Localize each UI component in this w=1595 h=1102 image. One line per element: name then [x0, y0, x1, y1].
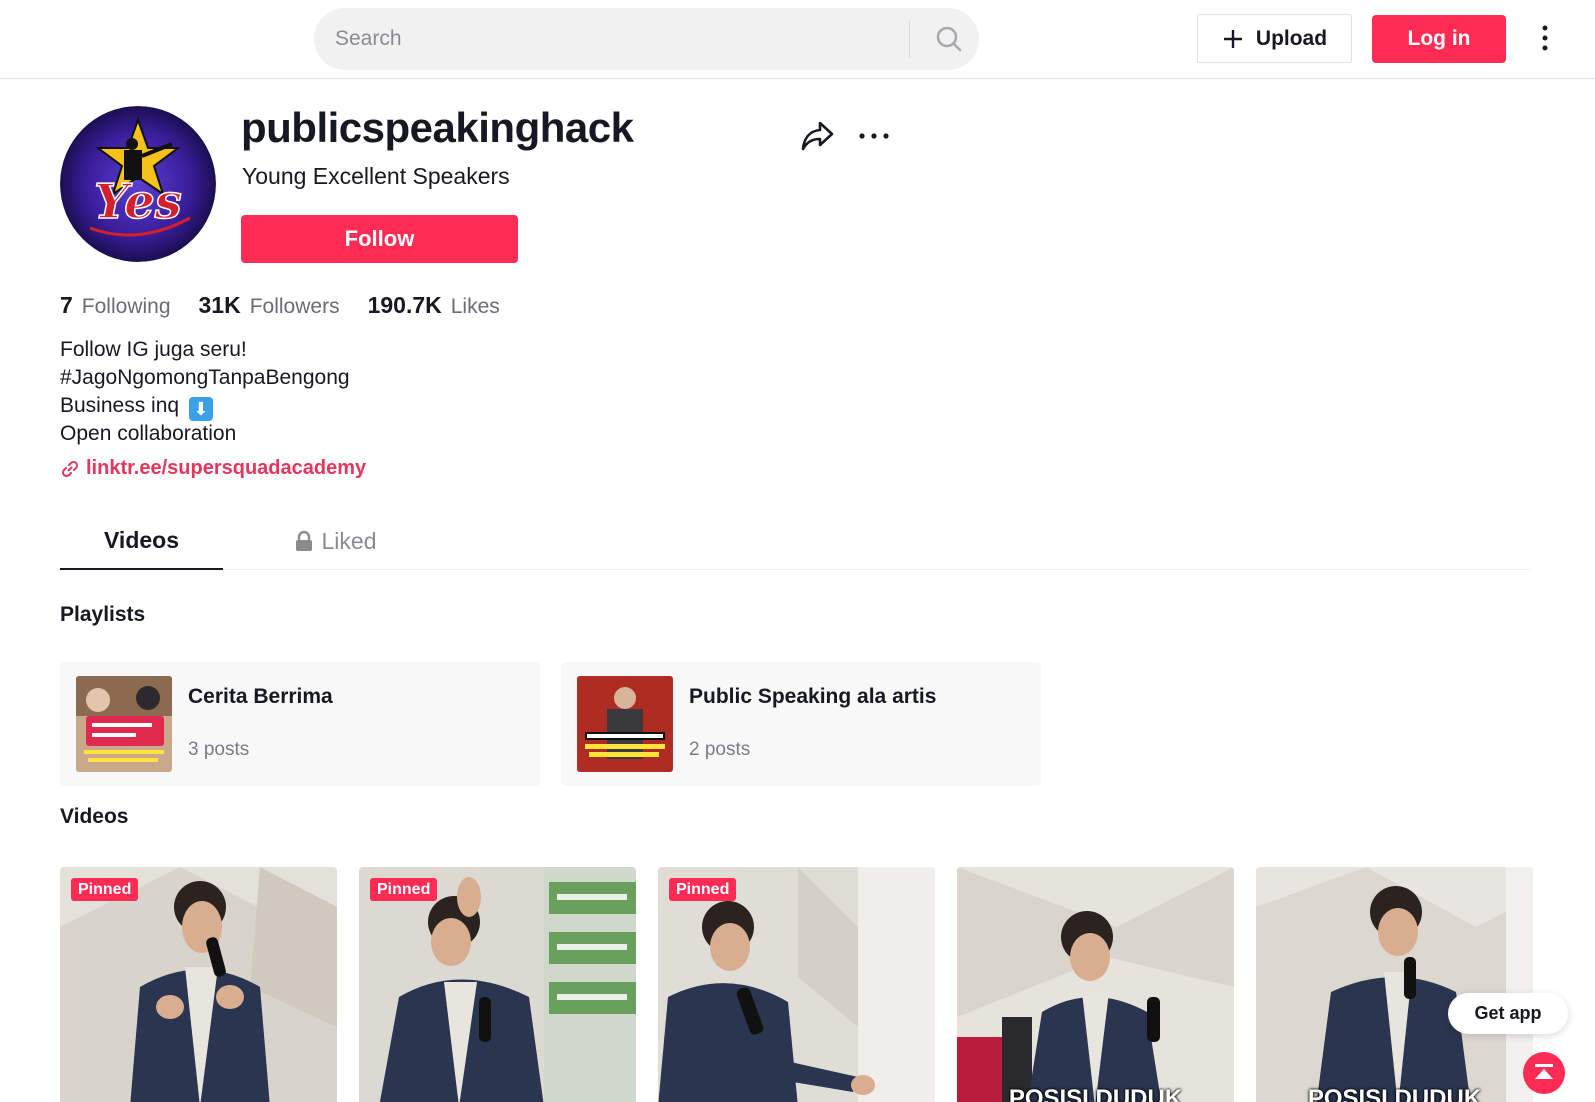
playlist-card[interactable]: Cerita Berrima 3 posts — [60, 662, 540, 786]
video-thumbnail — [359, 867, 636, 1102]
bio: Follow IG juga seru! #JagoNgomongTanpaBe… — [60, 336, 350, 448]
playlists-title: Playlists — [60, 603, 146, 626]
upload-label: Upload — [1255, 26, 1328, 50]
profile-more-button[interactable] — [858, 124, 890, 148]
svg-text:Yes: Yes — [94, 174, 182, 230]
video-thumbnail — [957, 867, 1234, 1102]
tab-liked-label: Liked — [321, 527, 377, 554]
upload-button[interactable]: Upload — [1197, 14, 1352, 63]
playlist-thumbnail — [577, 676, 673, 772]
arrow-up-icon — [1535, 1064, 1553, 1079]
video-thumbnail — [60, 867, 337, 1102]
pinned-badge: Pinned — [669, 878, 737, 901]
avatar: Yes — [60, 106, 216, 262]
video-thumbnail — [658, 867, 935, 1102]
playlist-card[interactable]: Public Speaking ala artis 2 posts — [561, 662, 1041, 786]
bio-link[interactable]: linktr.ee/supersquadacademy — [60, 457, 366, 480]
search-divider — [909, 20, 910, 58]
top-header: Upload Log in — [0, 0, 1595, 79]
search-button[interactable] — [926, 16, 972, 62]
pinned-badge: Pinned — [370, 878, 438, 901]
more-horizontal-icon — [859, 133, 889, 139]
video-thumbnail — [1256, 867, 1533, 1102]
stat-following[interactable]: 7 Following — [60, 292, 171, 319]
stat-value: 31K — [198, 292, 241, 318]
tab-videos[interactable]: Videos — [60, 512, 223, 570]
bio-line: Business inq ⬇ — [60, 392, 350, 421]
video-card[interactable]: Pinned — [658, 867, 935, 1102]
playlist-name: Public Speaking ala artis — [689, 685, 937, 708]
playlist-count: 3 posts — [188, 739, 250, 760]
video-card[interactable]: Pinned — [359, 867, 636, 1102]
playlist-thumbnail — [76, 676, 172, 772]
tab-liked[interactable]: Liked — [265, 512, 405, 570]
lock-icon — [295, 530, 312, 551]
stat-label: Followers — [249, 295, 340, 318]
avatar-logo: Yes — [60, 106, 216, 262]
bio-line-text: Business inq — [60, 394, 180, 417]
bio-link-text: linktr.ee/supersquadacademy — [86, 457, 367, 479]
video-caption: POSISI DUDUK — [1307, 1085, 1482, 1102]
playlist-name: Cerita Berrima — [188, 685, 333, 708]
pinned-badge: Pinned — [71, 878, 139, 901]
get-app-button[interactable]: Get app — [1448, 993, 1568, 1034]
videos-title: Videos — [60, 805, 129, 828]
playlist-count: 2 posts — [689, 739, 751, 760]
search-icon — [936, 26, 962, 52]
scroll-to-top-button[interactable] — [1523, 1052, 1565, 1094]
follow-button[interactable]: Follow — [241, 215, 518, 263]
stat-value: 190.7K — [367, 292, 442, 318]
profile-tabs: Videos Liked — [60, 512, 1531, 570]
video-card[interactable]: POSISI DUDUK — [1256, 867, 1533, 1102]
video-card[interactable]: POSISI DUDUK — [957, 867, 1234, 1102]
nickname: Young Excellent Speakers — [242, 163, 510, 189]
stat-value: 7 — [60, 292, 73, 318]
more-vertical-icon — [1542, 25, 1548, 51]
username: publicspeakinghack — [241, 104, 634, 151]
bio-line: Open collaboration — [60, 422, 237, 445]
search-input[interactable] — [335, 8, 895, 70]
login-button[interactable]: Log in — [1372, 15, 1506, 63]
share-button[interactable] — [800, 119, 836, 153]
bio-line: #JagoNgomongTanpaBengong — [60, 366, 350, 389]
link-icon — [61, 460, 79, 477]
profile-stats: 7 Following 31K Followers 190.7K Likes — [60, 292, 500, 319]
stat-label: Likes — [450, 295, 500, 318]
stat-followers[interactable]: 31K Followers — [199, 292, 340, 319]
stat-likes: 190.7K Likes — [368, 292, 500, 319]
more-menu-button[interactable] — [1530, 20, 1560, 56]
bio-line: Follow IG juga seru! — [60, 338, 247, 361]
stat-label: Following — [81, 295, 171, 318]
video-card[interactable]: Pinned — [60, 867, 337, 1102]
share-icon — [801, 121, 834, 151]
down-arrow-emoji-icon: ⬇ — [188, 397, 213, 421]
plus-icon — [1223, 29, 1242, 48]
search-bar[interactable] — [314, 8, 979, 70]
video-caption: POSISI DUDUK — [1008, 1085, 1183, 1102]
